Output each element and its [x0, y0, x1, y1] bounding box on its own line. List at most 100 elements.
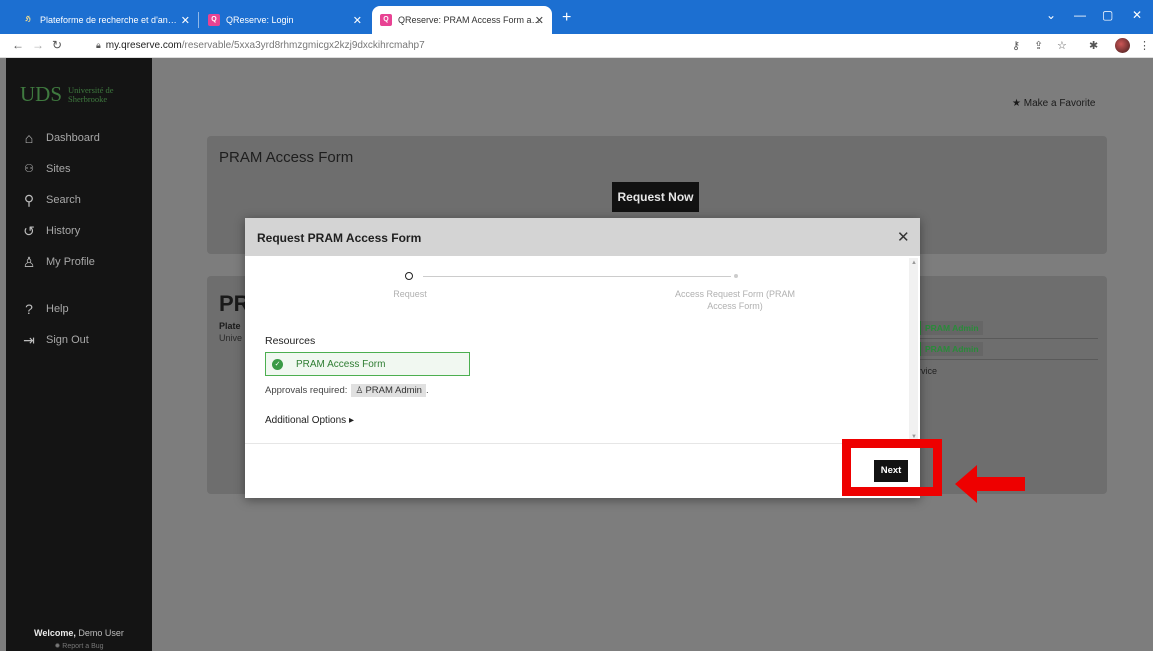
request-modal: Request PRAM Access Form ✕ Request Acces…	[245, 218, 920, 498]
uds-favicon-icon: ℌ	[25, 16, 31, 23]
tab-title: Plateforme de recherche et d'an…	[40, 15, 177, 25]
sign-out-icon: ⇥	[23, 332, 35, 348]
check-circle-icon: ✓	[272, 359, 283, 370]
bug-icon: ✹	[54, 643, 61, 650]
tab-title: QReserve: PRAM Access Form a…	[398, 15, 541, 25]
sidebar-item-help[interactable]: ? Help	[20, 301, 69, 317]
additional-options-toggle[interactable]: Additional Options ▸	[265, 415, 354, 426]
sidebar-item-sign-out[interactable]: ⇥ Sign Out	[20, 332, 89, 348]
forward-icon[interactable]: →	[32, 38, 44, 52]
tab-separator	[198, 12, 199, 28]
logo-full: Université de Sherbrooke	[68, 84, 114, 104]
chevron-down-icon[interactable]: ⌄	[1046, 8, 1056, 22]
modal-scrollbar[interactable]: ▲ ▼	[909, 258, 918, 442]
welcome-text: Welcome, Demo User	[6, 628, 152, 638]
uds-logo[interactable]: UDS Université de Sherbrooke	[20, 82, 128, 107]
step-label-access-form: Access Request Form (PRAM Access Form)	[674, 289, 796, 311]
minimize-icon[interactable]: —	[1074, 8, 1086, 22]
maximize-icon[interactable]: ▢	[1102, 8, 1113, 22]
step-label-request: Request	[393, 289, 427, 299]
modal-title: Request PRAM Access Form	[257, 231, 422, 245]
approvals-suffix: .	[425, 385, 429, 396]
sidebar-item-label: Sign Out	[46, 334, 89, 346]
details-service: rvice	[918, 366, 938, 376]
logo-short: UDS	[20, 82, 63, 106]
star-icon[interactable]: ☆	[1057, 39, 1067, 52]
modal-footer-divider	[245, 443, 920, 444]
sidebar-item-my-profile[interactable]: ♙ My Profile	[20, 254, 95, 270]
address-bar: ← → ↻ 🔒︎ my.qreserve.com/reservable/5xxa3…	[0, 34, 1153, 58]
url-host: my.qreserve.com	[105, 40, 182, 51]
key-icon[interactable]: ⚷	[1012, 39, 1020, 52]
lock-icon: 🔒︎	[96, 40, 101, 50]
star-icon: ★	[1012, 98, 1021, 109]
close-tab-icon[interactable]: ✕	[181, 14, 190, 27]
resources-label: Resources	[265, 335, 316, 347]
make-favorite-button[interactable]: ★ Make a Favorite	[1012, 98, 1095, 109]
share-icon[interactable]: ⇪	[1034, 39, 1043, 52]
welcome-prefix: Welcome,	[34, 628, 76, 638]
browser-tab-login[interactable]: Q QReserve: Login ✕	[200, 6, 370, 34]
favorite-label: Make a Favorite	[1023, 98, 1096, 109]
approvals-info: Approvals required: ♙ PRAM Admin .	[265, 384, 429, 397]
approver-name: PRAM Admin	[365, 385, 422, 396]
divider	[918, 338, 1098, 339]
pointer-arrow-icon	[955, 465, 1025, 503]
qreserve-favicon-icon: Q	[380, 14, 392, 26]
details-platform: Plate	[219, 321, 241, 331]
sidebar-item-history[interactable]: ↺ History	[20, 223, 80, 239]
sidebar-item-search[interactable]: ⚲ Search	[20, 192, 81, 208]
sites-icon: ⚇	[24, 163, 34, 175]
browser-tab-plateforme[interactable]: ℌ Plateforme de recherche et d'an… ✕	[14, 6, 198, 34]
close-window-icon[interactable]: ✕	[1132, 8, 1142, 22]
user-icon: ♙	[355, 385, 364, 395]
resource-item[interactable]: ✓ PRAM Access Form	[265, 352, 470, 376]
sidebar-item-label: My Profile	[46, 256, 95, 268]
resource-name: PRAM Access Form	[296, 359, 386, 370]
home-icon: ⌂	[24, 130, 34, 146]
sidebar-item-dashboard[interactable]: ⌂ Dashboard	[20, 130, 100, 146]
profile-avatar[interactable]	[1115, 38, 1130, 53]
highlight-box	[842, 439, 942, 496]
history-icon: ↺	[23, 223, 35, 239]
browser-tab-bar: ℌ Plateforme de recherche et d'an… ✕ Q Q…	[0, 0, 1153, 34]
close-tab-icon[interactable]: ✕	[353, 14, 362, 27]
scroll-up-icon[interactable]: ▲	[911, 260, 917, 266]
report-bug-link[interactable]: ✹ Report a Bug	[6, 642, 152, 650]
divider	[918, 359, 1098, 360]
request-now-button[interactable]: Request Now	[612, 182, 699, 212]
back-icon[interactable]: ←	[12, 38, 24, 52]
step-current-indicator	[405, 272, 413, 280]
extensions-icon[interactable]: ✱	[1089, 39, 1098, 52]
sidebar-item-label: History	[46, 225, 81, 237]
sidebar-item-sites[interactable]: ⚇ Sites	[20, 161, 70, 177]
welcome-user: Demo User	[78, 628, 124, 638]
browser-tab-pram[interactable]: Q QReserve: PRAM Access Form a… ✕	[372, 6, 552, 34]
url-field[interactable]: 🔒︎ my.qreserve.com/reservable/5xxa3yrd8rh…	[96, 40, 425, 51]
new-tab-icon[interactable]: +	[562, 9, 571, 27]
close-icon[interactable]: ✕	[897, 228, 910, 246]
search-icon: ⚲	[23, 192, 35, 208]
sidebar: UDS Université de Sherbrooke ⌂ Dashboard…	[6, 58, 152, 651]
reload-icon[interactable]: ↻	[52, 38, 62, 52]
modal-header: Request PRAM Access Form ✕	[245, 218, 920, 256]
step-connector	[423, 276, 731, 277]
sidebar-item-label: Sites	[46, 163, 71, 175]
url-path: /reservable/5xxa3yrd8rhmzgmicgx2kzj9dxck…	[181, 40, 425, 51]
sidebar-item-label: Help	[46, 303, 69, 315]
user-icon: ♙	[22, 254, 36, 270]
details-university: Unive	[219, 333, 243, 343]
sidebar-item-label: Search	[46, 194, 81, 206]
report-bug-label: Report a Bug	[62, 643, 104, 650]
qreserve-favicon-icon: Q	[208, 14, 220, 26]
sidebar-item-label: Dashboard	[46, 132, 100, 144]
menu-icon[interactable]: ⋮	[1139, 39, 1150, 52]
help-icon: ?	[25, 301, 33, 317]
approvals-label: Approvals required:	[265, 385, 348, 396]
step-next-indicator	[734, 274, 738, 278]
admin-chip: PRAM Admin	[918, 342, 983, 356]
approver-chip: ♙ PRAM Admin	[351, 384, 426, 397]
tab-title: QReserve: Login	[226, 15, 294, 25]
close-tab-icon[interactable]: ✕	[535, 14, 544, 27]
page-title: PRAM Access Form	[219, 149, 354, 166]
